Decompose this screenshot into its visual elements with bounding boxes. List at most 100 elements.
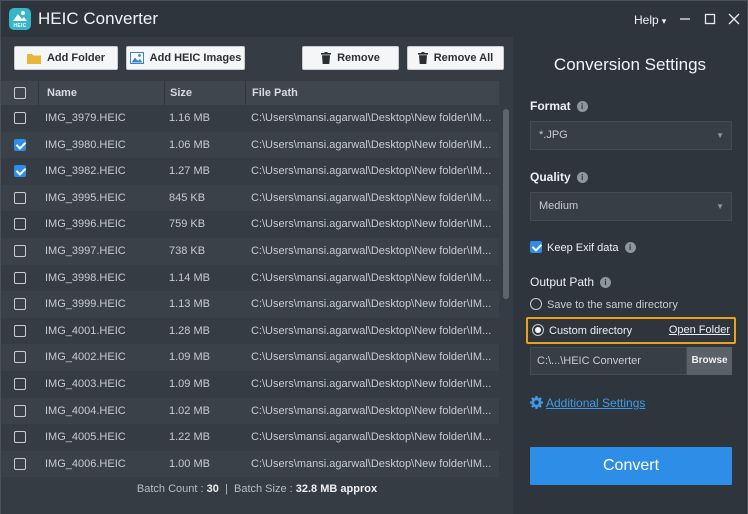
keep-exif-checkbox[interactable]: [530, 241, 542, 253]
file-size: 1.16 MB: [169, 112, 210, 124]
file-size: 1.27 MB: [169, 165, 210, 178]
trash-icon: [321, 52, 332, 64]
row-checkbox[interactable]: [14, 404, 26, 417]
row-checkbox[interactable]: [14, 351, 26, 364]
table-row[interactable]: IMG_3999.HEIC 1.13 MB C:\Users\mansi.agarw…: [1, 291, 499, 318]
quality-label: Quality i: [530, 170, 588, 184]
file-name: IMG_3996.HEIC: [45, 218, 126, 231]
custom-directory-highlight: Custom directory Open Folder: [526, 317, 736, 344]
row-checkbox[interactable]: [14, 457, 26, 470]
header-size[interactable]: Size: [170, 81, 192, 105]
table-row[interactable]: IMG_3996.HEIC 759 KB C:\Users\mansi.agarwa…: [1, 211, 499, 238]
table-row[interactable]: IMG_3995.HEIC 845 KB C:\Users\mansi.agarwa…: [1, 184, 499, 212]
row-checkbox[interactable]: [14, 191, 26, 204]
table-row[interactable]: IMG_4004.HEIC 1.02 MB C:\Users\mansi.agarw…: [1, 397, 499, 425]
file-path: C:\Users\mansi.agarwal\Desktop\New folde…: [251, 191, 491, 204]
row-checkbox[interactable]: [14, 298, 26, 311]
close-icon[interactable]: [725, 10, 743, 28]
file-size: 1.13 MB: [169, 298, 210, 311]
scrollbar-track[interactable]: [502, 105, 510, 477]
keep-exif-option[interactable]: Keep Exif data i: [530, 241, 636, 254]
file-size: 1.09 MB: [169, 377, 210, 390]
row-checkbox[interactable]: [14, 138, 26, 151]
file-path: C:\Users\mansi.agarwal\Desktop\New folde…: [251, 298, 491, 311]
info-icon[interactable]: i: [576, 101, 588, 112]
row-checkbox[interactable]: [14, 244, 26, 257]
app-logo: HEIC: [9, 8, 31, 30]
radio-button[interactable]: [532, 324, 544, 336]
row-checkbox[interactable]: [14, 112, 26, 124]
file-size: 1.22 MB: [169, 431, 210, 444]
image-icon: [129, 52, 144, 64]
output-path-input[interactable]: C:\...\HEIC Converter: [530, 347, 687, 375]
table-row[interactable]: IMG_4001.HEIC 1.28 MB C:\Users\mansi.agarw…: [1, 317, 499, 345]
file-table: IMG_3979.HEIC 1.16 MB C:\Users\mansi.agarw…: [1, 105, 499, 477]
file-size: 1.09 MB: [169, 351, 210, 364]
table-row[interactable]: IMG_3998.HEIC 1.14 MB C:\Users\mansi.agarw…: [1, 264, 499, 292]
row-checkbox[interactable]: [14, 431, 26, 444]
table-row[interactable]: IMG_4006.HEIC 1.00 MB C:\Users\mansi.agarw…: [1, 450, 499, 477]
row-checkbox[interactable]: [14, 377, 26, 390]
stats-separator: |: [225, 483, 228, 495]
remove-all-button[interactable]: Remove All: [407, 46, 504, 70]
help-menu-label: Help: [634, 13, 659, 27]
quality-select[interactable]: Medium ▼: [530, 192, 732, 221]
convert-button[interactable]: Convert: [530, 447, 732, 485]
help-menu[interactable]: Help ▾: [634, 13, 666, 27]
file-name: IMG_4003.HEIC: [45, 377, 126, 390]
batch-size-label: Batch Size :: [234, 483, 293, 495]
title-bar: HEIC HEIC Converter Help ▾: [1, 1, 747, 37]
batch-stats: Batch Count : 30 | Batch Size : 32.8 MB …: [1, 483, 513, 505]
radio-custom-directory[interactable]: Custom directory: [532, 324, 632, 337]
row-checkbox[interactable]: [14, 324, 26, 337]
batch-size-value: 32.8 MB approx: [295, 483, 378, 495]
file-name: IMG_4006.HEIC: [45, 457, 126, 470]
row-checkbox[interactable]: [14, 165, 26, 178]
file-size: 1.02 MB: [169, 404, 210, 417]
file-size: 845 KB: [169, 191, 206, 204]
table-row[interactable]: IMG_4002.HEIC 1.09 MB C:\Users\mansi.agarw…: [1, 344, 499, 371]
add-folder-button[interactable]: Add Folder: [14, 46, 118, 70]
maximize-icon[interactable]: [701, 10, 719, 28]
table-row[interactable]: IMG_3979.HEIC 1.16 MB C:\Users\mansi.agarw…: [1, 105, 499, 132]
header-divider: [164, 81, 165, 105]
browse-button[interactable]: Browse: [687, 347, 732, 375]
row-checkbox[interactable]: [14, 218, 26, 231]
header-name[interactable]: Name: [47, 81, 77, 105]
file-path: C:\Users\mansi.agarwal\Desktop\New folde…: [251, 377, 491, 390]
format-select[interactable]: *.JPG ▼: [530, 121, 732, 150]
open-folder-link[interactable]: Open Folder: [669, 324, 730, 336]
radio-same-directory-label: Save to the same directory: [547, 299, 678, 311]
info-icon[interactable]: i: [576, 172, 588, 183]
add-heic-images-button[interactable]: Add HEIC Images: [126, 46, 245, 70]
info-icon[interactable]: i: [624, 242, 636, 253]
info-icon[interactable]: i: [600, 277, 612, 288]
file-size: 738 KB: [169, 244, 206, 257]
file-path: C:\Users\mansi.agarwal\Desktop\New folde…: [251, 324, 491, 337]
table-row[interactable]: IMG_4003.HEIC 1.09 MB C:\Users\mansi.agarw…: [1, 370, 499, 398]
file-path: C:\Users\mansi.agarwal\Desktop\New folde…: [251, 112, 491, 124]
file-size: 1.00 MB: [169, 457, 210, 470]
scrollbar-thumb[interactable]: [503, 109, 509, 299]
conversion-settings-panel: Conversion Settings Format i *.JPG ▼ Qual…: [513, 37, 747, 514]
radio-button[interactable]: [530, 298, 542, 310]
output-path-label: Output Path i: [530, 275, 612, 289]
file-size: 1.06 MB: [169, 138, 210, 151]
file-name: IMG_3995.HEIC: [45, 191, 126, 204]
additional-settings-link[interactable]: Additional Settings: [530, 396, 645, 410]
remove-button[interactable]: Remove: [302, 46, 399, 70]
landscape-icon: [13, 11, 27, 21]
table-row[interactable]: IMG_3982.HEIC 1.27 MB C:\Users\mansi.agarw…: [1, 158, 499, 185]
select-all-checkbox[interactable]: [14, 87, 26, 99]
header-file-path[interactable]: File Path: [252, 81, 298, 105]
row-checkbox[interactable]: [14, 271, 26, 284]
table-row[interactable]: IMG_4005.HEIC 1.22 MB C:\Users\mansi.agarw…: [1, 424, 499, 451]
table-row[interactable]: IMG_3997.HEIC 738 KB C:\Users\mansi.agarwa…: [1, 237, 499, 265]
table-row[interactable]: IMG_3980.HEIC 1.06 MB C:\Users\mansi.agarw…: [1, 131, 499, 159]
minimize-icon[interactable]: [676, 10, 694, 28]
file-path: C:\Users\mansi.agarwal\Desktop\New folde…: [251, 138, 491, 151]
batch-count-value: 30: [206, 483, 219, 495]
file-path: C:\Users\mansi.agarwal\Desktop\New folde…: [251, 218, 491, 231]
radio-same-directory[interactable]: Save to the same directory: [530, 298, 678, 311]
file-name: IMG_4004.HEIC: [45, 404, 126, 417]
